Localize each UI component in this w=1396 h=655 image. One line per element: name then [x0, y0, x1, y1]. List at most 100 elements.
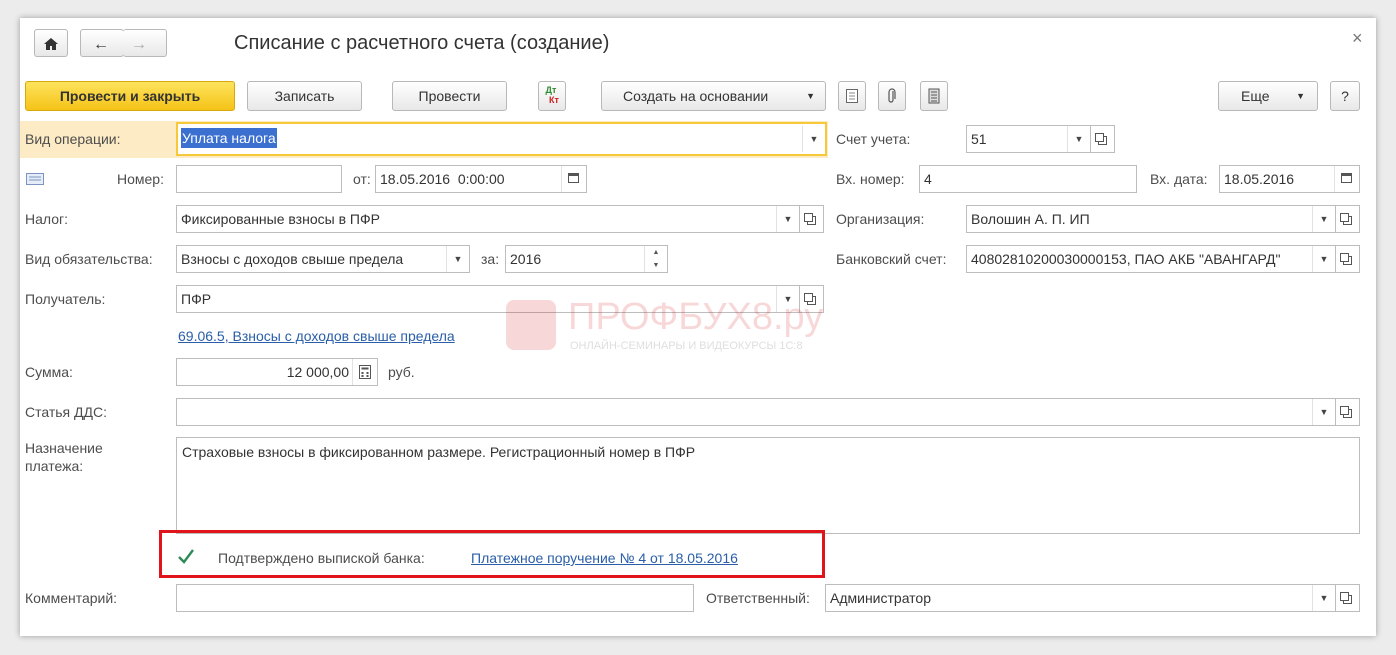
calendar-button[interactable]	[1334, 166, 1359, 192]
recipient-value: ПФР	[181, 291, 212, 307]
forward-button[interactable]: →	[123, 29, 167, 57]
purpose-label-line1: Назначение	[25, 440, 103, 456]
more-button[interactable]: Еще ▼	[1218, 81, 1318, 111]
dt-kt-button[interactable]: Дт Кт	[538, 81, 566, 111]
period-spinner[interactable]: ▲ ▼	[644, 246, 667, 272]
calendar-icon	[568, 173, 579, 183]
save-button[interactable]: Записать	[247, 81, 362, 111]
open-icon	[804, 213, 816, 225]
dt-kt-icon: Дт Кт	[545, 85, 559, 105]
close-icon[interactable]: ×	[1352, 28, 1363, 49]
dropdown-arrow-icon[interactable]: ▼	[1312, 399, 1335, 425]
currency-label: руб.	[388, 364, 415, 380]
obligation-label: Вид обязательства:	[25, 251, 153, 267]
dropdown-arrow-icon[interactable]: ▼	[1312, 585, 1335, 611]
calculator-icon	[359, 365, 371, 379]
cashflow-label: Статья ДДС:	[25, 404, 107, 420]
open-icon	[1340, 253, 1352, 265]
bank-account-open-button[interactable]	[1336, 245, 1360, 273]
organization-label: Организация:	[836, 211, 925, 227]
dropdown-arrow-icon[interactable]: ▼	[1312, 206, 1335, 232]
tax-open-button[interactable]	[800, 205, 824, 233]
operation-type-value: Уплата налога	[181, 128, 277, 148]
tax-value: Фиксированные взносы в ПФР	[181, 211, 380, 227]
tax-label: Налог:	[25, 211, 69, 227]
date-from-label: от:	[353, 171, 371, 187]
window-title: Списание с расчетного счета (создание)	[234, 32, 610, 54]
in-date-input[interactable]: 18.05.2016	[1219, 165, 1360, 193]
period-label: за:	[481, 251, 500, 267]
responsible-open-button[interactable]	[1336, 584, 1360, 612]
amount-value: 12 000,00	[286, 364, 349, 380]
account-open-button[interactable]	[1091, 125, 1115, 153]
open-icon	[1095, 133, 1107, 145]
cashflow-select[interactable]: ▼	[176, 398, 1336, 426]
dropdown-arrow-icon[interactable]: ▼	[1067, 126, 1090, 152]
operation-type-select[interactable]: Уплата налога ▼	[176, 122, 827, 156]
confirmed-checkbox[interactable]	[177, 548, 195, 566]
arrow-left-icon: ←	[93, 36, 109, 53]
post-button[interactable]: Провести	[392, 81, 507, 111]
comment-input[interactable]	[176, 584, 694, 612]
in-date-value: 18.05.2016	[1224, 171, 1295, 187]
account-label: Счет учета:	[836, 131, 911, 147]
date-value: 18.05.2016 0:00:00	[380, 171, 505, 187]
payment-order-link[interactable]: Платежное поручение № 4 от 18.05.2016	[471, 549, 738, 567]
bank-account-select[interactable]: 40802810200030000153, ПАО АКБ "АВАНГАРД"…	[966, 245, 1336, 273]
print-button[interactable]	[838, 81, 866, 111]
number-settings-icon[interactable]	[26, 173, 44, 185]
checkmark-icon	[178, 549, 194, 564]
dropdown-arrow-icon: ▼	[1296, 91, 1305, 101]
report-button[interactable]	[920, 81, 948, 111]
bank-account-value: 40802810200030000153, ПАО АКБ "АВАНГАРД"	[971, 251, 1281, 267]
amount-label: Сумма:	[25, 364, 73, 380]
document-icon	[846, 89, 858, 103]
tax-select[interactable]: Фиксированные взносы в ПФР ▼	[176, 205, 800, 233]
dropdown-arrow-icon[interactable]: ▼	[446, 246, 469, 272]
more-label: Еще	[1241, 88, 1270, 104]
amount-input[interactable]: 12 000,00	[176, 358, 378, 386]
watermark: ПРОФБУХ8.ру ОНЛАЙН-СЕМИНАРЫ И ВИДЕОКУРСЫ…	[506, 296, 906, 360]
responsible-select[interactable]: Администратор ▼	[825, 584, 1336, 612]
number-input[interactable]	[176, 165, 342, 193]
responsible-label: Ответственный:	[706, 590, 810, 606]
create-based-on-label: Создать на основании	[623, 88, 769, 104]
in-number-label: Вх. номер:	[836, 171, 905, 187]
attach-button[interactable]	[878, 81, 906, 111]
back-button[interactable]: ←	[80, 29, 124, 57]
in-number-input[interactable]: 4	[919, 165, 1137, 193]
obligation-value: Взносы с доходов свыше предела	[181, 251, 404, 267]
dropdown-arrow-icon[interactable]: ▼	[776, 206, 799, 232]
period-value: 2016	[510, 251, 542, 267]
open-icon	[1340, 406, 1352, 418]
confirmed-label: Подтверждено выпиской банка:	[218, 550, 425, 566]
dropdown-arrow-icon[interactable]: ▼	[802, 126, 825, 152]
watermark-logo-icon	[506, 300, 556, 350]
obligation-select[interactable]: Взносы с доходов свыше предела ▼	[176, 245, 470, 273]
organization-select[interactable]: Волошин А. П. ИП ▼	[966, 205, 1336, 233]
create-based-on-button[interactable]: Создать на основании ▼	[601, 81, 826, 111]
document-window: ← → Списание с расчетного счета (создани…	[20, 18, 1376, 636]
watermark-tagline: ОНЛАЙН-СЕМИНАРЫ И ВИДЕОКУРСЫ 1С:8	[570, 340, 803, 352]
account-select[interactable]: 51 ▼	[966, 125, 1091, 153]
post-and-close-button[interactable]: Провести и закрыть	[25, 81, 235, 111]
calendar-button[interactable]	[561, 166, 586, 192]
comment-label: Комментарий:	[25, 590, 118, 606]
list-report-icon	[928, 88, 940, 104]
help-button[interactable]: ?	[1330, 81, 1360, 111]
paperclip-icon	[888, 88, 896, 103]
account-value: 51	[971, 131, 987, 147]
home-button[interactable]	[34, 29, 68, 57]
responsible-value: Администратор	[830, 590, 932, 606]
calculator-button[interactable]	[352, 359, 377, 385]
organization-open-button[interactable]	[1336, 205, 1360, 233]
in-date-label: Вх. дата:	[1150, 171, 1208, 187]
date-input[interactable]: 18.05.2016 0:00:00	[375, 165, 587, 193]
cashflow-open-button[interactable]	[1336, 398, 1360, 426]
account-link[interactable]: 69.06.5, Взносы с доходов свыше предела	[178, 327, 455, 345]
period-input[interactable]: 2016 ▲ ▼	[505, 245, 668, 273]
number-label: Номер:	[117, 171, 164, 187]
open-icon	[1340, 592, 1352, 604]
purpose-textarea[interactable]: Страховые взносы в фиксированном размере…	[176, 437, 1360, 534]
dropdown-arrow-icon[interactable]: ▼	[1312, 246, 1335, 272]
